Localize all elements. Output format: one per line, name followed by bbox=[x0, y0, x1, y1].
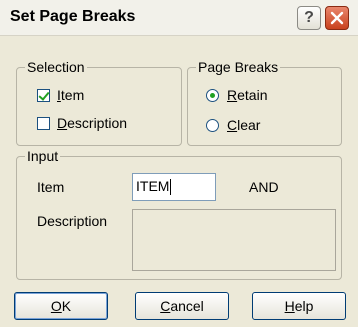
item-checkbox-row[interactable]: Item bbox=[37, 87, 84, 103]
text-caret bbox=[170, 179, 172, 196]
page-breaks-group: Page Breaks Retain Clear bbox=[187, 59, 342, 146]
retain-radio-label: Retain bbox=[227, 87, 268, 103]
item-checkbox-label: Item bbox=[57, 87, 85, 103]
help-button[interactable]: Help bbox=[252, 292, 346, 320]
item-input-value: ITEM bbox=[136, 178, 170, 194]
cancel-button[interactable]: Cancel bbox=[135, 292, 229, 320]
title-bar: Set Page Breaks ? bbox=[0, 0, 358, 36]
question-mark-icon: ? bbox=[304, 9, 314, 26]
close-icon bbox=[330, 11, 344, 25]
input-group: Input Item ITEM AND Description bbox=[16, 148, 342, 280]
description-input[interactable] bbox=[132, 209, 336, 271]
description-checkbox-label: Description bbox=[57, 115, 128, 131]
retain-radio[interactable] bbox=[206, 88, 219, 102]
page-breaks-legend: Page Breaks bbox=[196, 59, 281, 75]
help-button-label: Help bbox=[284, 298, 314, 314]
retain-radio-row[interactable]: Retain bbox=[206, 87, 267, 103]
description-field-label: Description bbox=[37, 213, 108, 229]
description-checkbox[interactable] bbox=[37, 116, 50, 130]
clear-radio-row[interactable]: Clear bbox=[206, 117, 260, 133]
ok-button[interactable]: OK bbox=[14, 292, 108, 320]
item-input[interactable]: ITEM bbox=[132, 173, 216, 201]
help-title-button[interactable]: ? bbox=[297, 6, 321, 30]
ok-button-label: OK bbox=[50, 298, 72, 314]
window-title: Set Page Breaks bbox=[10, 8, 136, 25]
clear-radio[interactable] bbox=[206, 118, 219, 132]
item-field-label: Item bbox=[37, 179, 65, 195]
selection-group: Selection Item Description bbox=[16, 59, 182, 146]
and-label: AND bbox=[249, 179, 279, 195]
input-legend: Input bbox=[25, 148, 61, 164]
description-checkbox-row[interactable]: Description bbox=[37, 115, 127, 131]
close-button[interactable] bbox=[325, 6, 349, 30]
selection-legend: Selection bbox=[25, 59, 87, 75]
clear-radio-label: Clear bbox=[227, 117, 261, 133]
item-checkbox[interactable] bbox=[37, 88, 50, 102]
cancel-button-label: Cancel bbox=[160, 298, 204, 314]
